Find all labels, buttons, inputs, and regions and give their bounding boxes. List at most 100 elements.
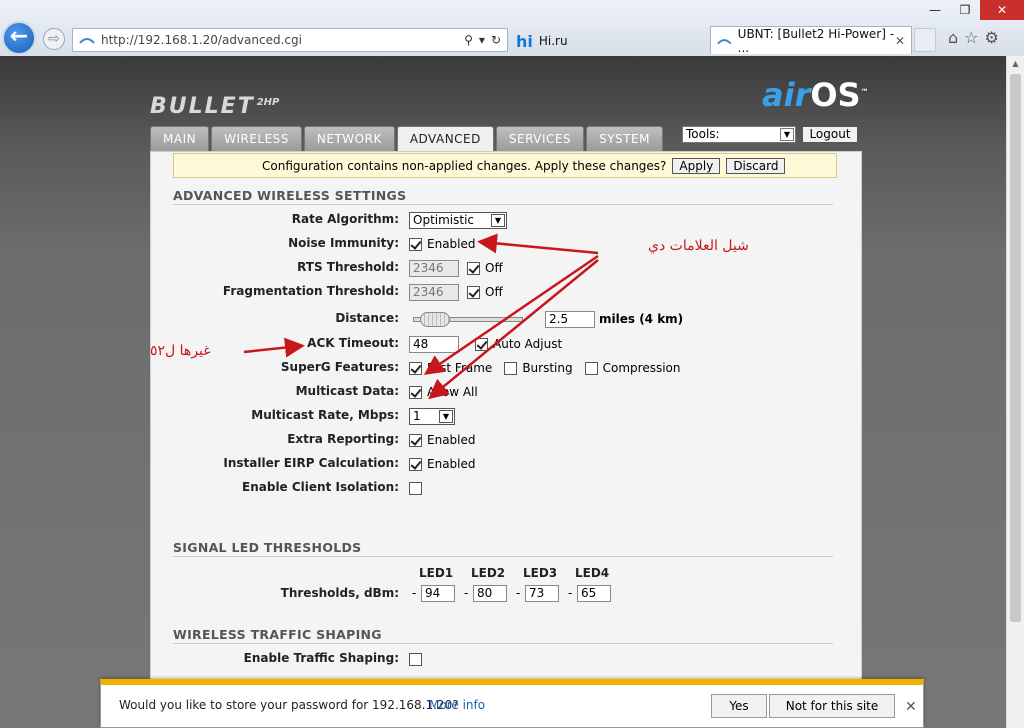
notice-text: Configuration contains non-applied chang… bbox=[262, 158, 667, 173]
rts-threshold-label: RTS Threshold: bbox=[297, 260, 399, 274]
annotation-remove-marks: شيل العلامات دي bbox=[648, 238, 749, 254]
dropdown-icon[interactable]: ▾ bbox=[479, 33, 485, 47]
favorites-star-icon[interactable]: ☆ bbox=[964, 28, 978, 47]
rts-off-checkbox[interactable] bbox=[467, 261, 480, 275]
extra-reporting-text: Enabled bbox=[427, 433, 476, 447]
browser-tab-ubnt[interactable]: UBNT: [Bullet2 Hi-Power] - ... ✕ bbox=[710, 26, 912, 55]
back-arrow-icon: ← bbox=[9, 24, 29, 49]
site-favicon-icon bbox=[79, 38, 95, 44]
ack-timeout-label: ACK Timeout: bbox=[307, 336, 399, 350]
more-info-link[interactable]: More info bbox=[429, 698, 485, 712]
address-url[interactable]: http://192.168.1.20/advanced.cgi bbox=[101, 33, 302, 47]
browser-tab-label: UBNT: [Bullet2 Hi-Power] - ... bbox=[737, 26, 895, 55]
row-traffic-shaping: Enable Traffic Shaping: bbox=[151, 649, 851, 669]
tab-services[interactable]: SERVICES bbox=[495, 126, 585, 151]
auto-adjust-text: Auto Adjust bbox=[493, 337, 563, 351]
refresh-icon[interactable]: ↻ bbox=[491, 33, 501, 47]
address-tools: ⚲ ▾ ↻ bbox=[464, 33, 507, 47]
settings-gear-icon[interactable]: ⚙ bbox=[985, 28, 999, 47]
led4-input[interactable]: 65 bbox=[577, 585, 611, 602]
led3-input[interactable]: 73 bbox=[525, 585, 559, 602]
minimize-icon[interactable]: — bbox=[920, 0, 950, 20]
section-title-signal-led: SIGNAL LED THRESHOLDS bbox=[173, 540, 833, 557]
tools-select[interactable]: Tools: ▼ bbox=[682, 126, 796, 143]
browser-tab-hi[interactable]: hi Hi.ru bbox=[512, 28, 708, 54]
distance-unit: miles (4 km) bbox=[599, 312, 684, 326]
window-controls: — ❐ ✕ bbox=[920, 0, 1024, 20]
multicast-data-label: Multicast Data: bbox=[295, 384, 399, 398]
settings-panel: Configuration contains non-applied chang… bbox=[150, 151, 862, 728]
main-nav-tabs: MAIN WIRELESS NETWORK ADVANCED SERVICES … bbox=[150, 126, 663, 152]
home-icon[interactable]: ⌂ bbox=[948, 28, 958, 47]
thresholds-label: Thresholds, dBm: bbox=[280, 586, 399, 600]
new-tab-button[interactable] bbox=[914, 28, 936, 52]
ack-timeout-input[interactable]: 48 bbox=[409, 335, 459, 353]
row-client-isolation: Enable Client Isolation: bbox=[151, 478, 851, 498]
close-icon[interactable]: ✕ bbox=[905, 699, 917, 715]
scrollbar-thumb[interactable] bbox=[1010, 74, 1021, 622]
tab-main[interactable]: MAIN bbox=[150, 126, 210, 151]
auto-adjust-checkbox[interactable] bbox=[475, 337, 488, 351]
tab-system[interactable]: SYSTEM bbox=[586, 126, 663, 151]
distance-slider-handle[interactable] bbox=[420, 311, 450, 327]
address-bar[interactable]: http://192.168.1.20/advanced.cgi ⚲ ▾ ↻ bbox=[72, 28, 508, 52]
led4-header: LED4 bbox=[575, 566, 610, 580]
not-for-this-site-button[interactable]: Not for this site bbox=[769, 694, 895, 718]
multicast-rate-value: 1 bbox=[413, 408, 421, 423]
client-isolation-checkbox[interactable] bbox=[409, 481, 422, 495]
browser-tools: ⌂ ☆ ⚙ bbox=[948, 28, 999, 47]
bullet-logo: BULLET 2HP bbox=[150, 94, 280, 119]
tab-network[interactable]: NETWORK bbox=[303, 126, 395, 151]
logout-button[interactable]: Logout bbox=[802, 126, 858, 143]
close-window-icon[interactable]: ✕ bbox=[980, 0, 1024, 20]
scroll-up-icon[interactable]: ▲ bbox=[1007, 56, 1024, 72]
section-title-traffic-shaping: WIRELESS TRAFFIC SHAPING bbox=[173, 627, 833, 644]
search-icon[interactable]: ⚲ bbox=[464, 33, 473, 47]
installer-eirp-checkbox[interactable] bbox=[409, 457, 422, 471]
chevron-down-icon: ▼ bbox=[491, 213, 505, 227]
save-password-bar: Would you like to store your password fo… bbox=[100, 679, 924, 728]
section-title-advanced-wireless: ADVANCED WIRELESS SETTINGS bbox=[173, 188, 833, 205]
vertical-scrollbar[interactable]: ▲ bbox=[1006, 56, 1024, 728]
bursting-checkbox[interactable] bbox=[504, 361, 518, 375]
led1-input[interactable]: 94 bbox=[421, 585, 455, 602]
superg-label: SuperG Features: bbox=[280, 360, 399, 374]
led-dash: - bbox=[412, 586, 417, 600]
close-tab-icon[interactable]: ✕ bbox=[895, 34, 905, 48]
row-extra-reporting: Extra Reporting: Enabled bbox=[151, 430, 851, 450]
distance-input[interactable]: 2.5 bbox=[545, 310, 595, 328]
back-button[interactable]: ← bbox=[2, 21, 36, 55]
multicast-rate-select[interactable]: 1 ▼ bbox=[409, 407, 455, 425]
led-dash: - bbox=[568, 586, 573, 600]
multicast-data-checkbox[interactable] bbox=[409, 385, 422, 399]
noise-immunity-checkbox[interactable] bbox=[409, 237, 422, 251]
restore-icon[interactable]: ❐ bbox=[950, 0, 980, 20]
row-rts-threshold: RTS Threshold: 2346 Off bbox=[151, 258, 851, 278]
installer-eirp-label: Installer EIRP Calculation: bbox=[223, 456, 399, 470]
chevron-down-icon: ▼ bbox=[439, 409, 453, 423]
fast-frame-checkbox[interactable] bbox=[409, 361, 422, 375]
led3-header: LED3 bbox=[523, 566, 558, 580]
row-rate-algorithm: Rate Algorithm: Optimistic ▼ bbox=[151, 210, 851, 230]
apply-button[interactable]: Apply bbox=[672, 157, 721, 174]
fragmentation-off-checkbox[interactable] bbox=[467, 285, 480, 299]
fragmentation-threshold-label: Fragmentation Threshold: bbox=[222, 284, 399, 298]
tab-advanced[interactable]: ADVANCED bbox=[396, 126, 494, 152]
compression-checkbox[interactable] bbox=[584, 361, 598, 375]
traffic-shaping-checkbox[interactable] bbox=[409, 652, 422, 666]
extra-reporting-checkbox[interactable] bbox=[409, 433, 422, 447]
chevron-down-icon: ▼ bbox=[780, 128, 794, 141]
fragmentation-threshold-input[interactable]: 2346 bbox=[409, 283, 459, 301]
rts-off-text: Off bbox=[485, 261, 503, 275]
led2-input[interactable]: 80 bbox=[473, 585, 507, 602]
rts-threshold-input[interactable]: 2346 bbox=[409, 259, 459, 277]
rate-algorithm-select[interactable]: Optimistic ▼ bbox=[409, 211, 507, 229]
traffic-shaping-label: Enable Traffic Shaping: bbox=[243, 651, 399, 665]
yes-button[interactable]: Yes bbox=[711, 694, 767, 718]
forward-arrow-icon: ⇨ bbox=[48, 31, 60, 47]
row-multicast-rate: Multicast Rate, Mbps: 1 ▼ bbox=[151, 406, 851, 426]
discard-button[interactable]: Discard bbox=[726, 157, 786, 174]
tab-wireless[interactable]: WIRELESS bbox=[211, 126, 302, 151]
distance-slider[interactable] bbox=[413, 311, 523, 327]
forward-button[interactable]: ⇨ bbox=[43, 28, 65, 50]
